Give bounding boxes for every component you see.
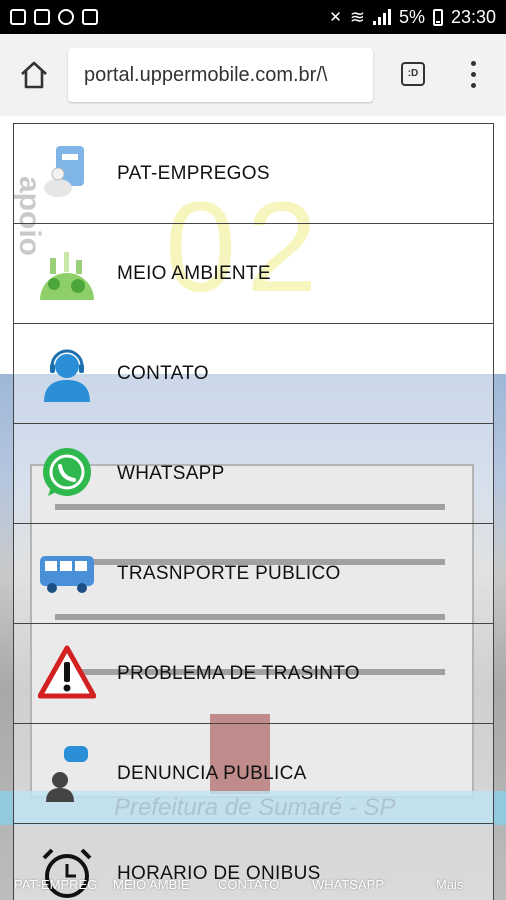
mute-icon: ✕ [329, 9, 342, 26]
menu-item-label: PAT-EMPREGOS [117, 163, 270, 184]
status-bar: ✕ ≋ 5% 23:30 [0, 0, 506, 34]
briefcase-icon [44, 146, 84, 197]
bus-icon [40, 556, 94, 593]
nav-meio-ambiente[interactable]: MEIO AMBIE [113, 877, 190, 892]
headset-person-icon [44, 349, 90, 402]
nav-mais[interactable]: Mais [436, 877, 463, 892]
menu-item-meio-ambiente[interactable]: MEIO AMBIENTE [13, 223, 494, 324]
home-icon[interactable] [18, 59, 50, 91]
menu-item-denuncia-publica[interactable]: DENUNCIA PUBLICA [13, 723, 494, 824]
menu-item-label: TRASNPORTE PUBLICO [117, 563, 341, 584]
nav-pat-empregos[interactable]: PAT-EMPREG [14, 877, 97, 892]
image-notification-icon [10, 9, 26, 25]
nav-whatsapp[interactable]: WHATSAPP [312, 877, 384, 892]
menu-item-whatsapp[interactable]: WHATSAPP [13, 423, 494, 524]
menu-item-problema-de-transito[interactable]: PROBLEMA DE TRASINTO [13, 623, 494, 724]
speech-person-icon [46, 746, 88, 802]
whatsapp-icon [43, 448, 91, 496]
services-menu: PAT-EMPREGOS MEIO AMBIENTE CONTATO WHATS… [13, 123, 494, 900]
email-notification-icon [34, 9, 50, 25]
globe-environment-icon [40, 252, 94, 300]
menu-item-contato[interactable]: CONTATO [13, 323, 494, 424]
menu-item-label: WHATSAPP [117, 463, 225, 484]
menu-item-transporte-publico[interactable]: TRASNPORTE PUBLICO [13, 523, 494, 624]
menu-item-pat-empregos[interactable]: PAT-EMPREGOS [13, 123, 494, 224]
battery-percent: 5% [398, 6, 425, 27]
tab-switcher-button[interactable]: :D [401, 62, 425, 86]
notification-icons [10, 9, 98, 25]
menu-item-label: PROBLEMA DE TRASINTO [117, 663, 360, 684]
instagram-notification-icon [82, 9, 98, 25]
url-field[interactable]: portal.uppermobile.com.br/\ [68, 48, 373, 102]
battery-icon [432, 8, 443, 26]
clock: 23:30 [450, 6, 496, 27]
whatsapp-notification-icon [58, 9, 74, 25]
bottom-navigation: PAT-EMPREG MEIO AMBIE CONTATO WHATSAPP M… [0, 830, 506, 900]
browser-toolbar: portal.uppermobile.com.br/\ :D [0, 34, 506, 116]
wifi-icon: ≋ [349, 6, 365, 27]
menu-item-label: DENUNCIA PUBLICA [117, 763, 307, 784]
web-page: 02 apoio Prefeitura de Sumaré - SP PAT-E… [0, 116, 506, 900]
signal-icon [372, 9, 391, 25]
menu-item-label: MEIO AMBIENTE [117, 263, 271, 284]
warning-triangle-icon [38, 645, 96, 699]
menu-item-label: CONTATO [117, 363, 209, 384]
nav-contato[interactable]: CONTATO [218, 877, 279, 892]
overflow-menu-icon[interactable] [463, 60, 483, 90]
